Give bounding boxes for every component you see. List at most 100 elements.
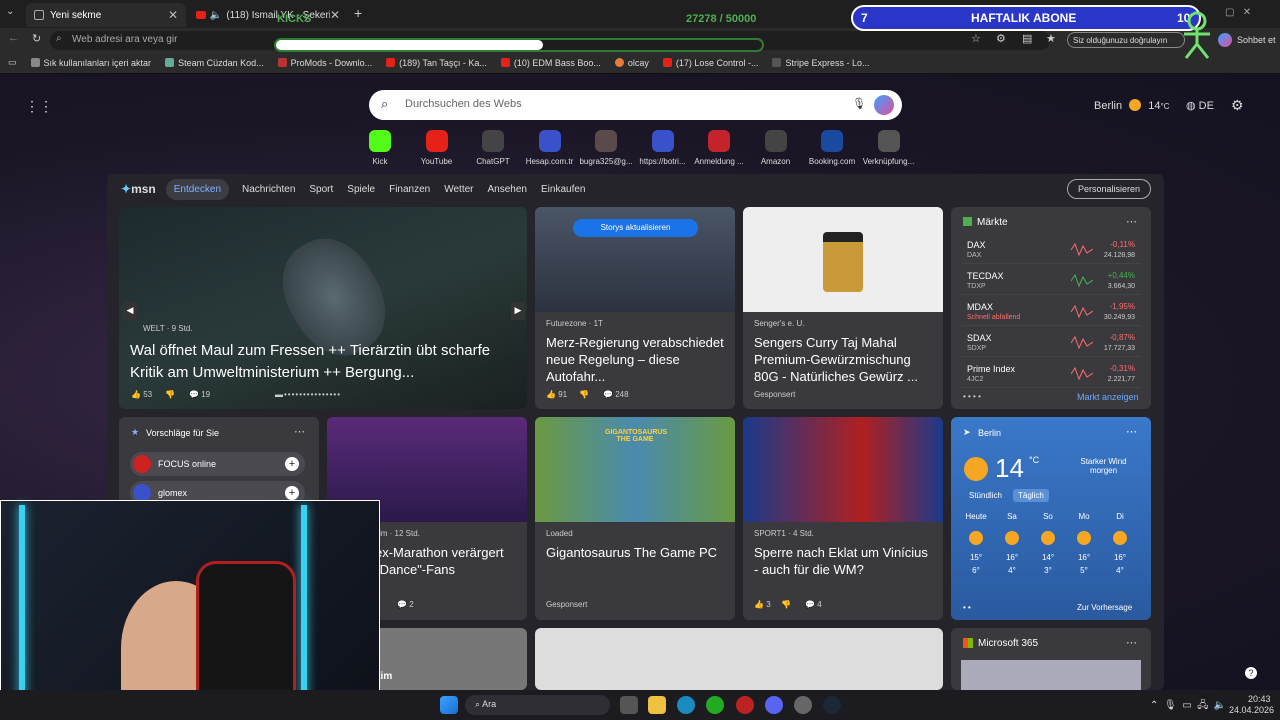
quick-link[interactable]: Verknüpfung... xyxy=(861,130,917,166)
tab-new[interactable]: Yeni sekme ✕ xyxy=(26,3,186,27)
quick-link[interactable]: bugra325@g... xyxy=(578,130,634,166)
dislike-icon[interactable]: 👎 xyxy=(165,390,175,399)
hero-likes[interactable]: 👍 53 xyxy=(131,390,152,399)
app-red-icon[interactable] xyxy=(736,696,754,714)
market-row[interactable]: SDAX SDXP -0,87% 17.727,33 xyxy=(961,331,1141,357)
quick-link[interactable]: Anmeldung ... xyxy=(691,130,747,166)
card-comments[interactable]: 💬 4 xyxy=(805,600,822,609)
ad-card-curry[interactable]: Senger's e. U. Sengers Curry Taj Mahal P… xyxy=(743,207,943,409)
m365-card[interactable]: Microsoft 365 ⋯ xyxy=(951,628,1151,690)
settings-gear-icon[interactable]: ⚙ xyxy=(1231,97,1244,114)
apps-grid-icon[interactable]: ⋮⋮ xyxy=(25,98,53,115)
web-search-input[interactable]: ⌕ Durchsuchen des Webs 🎙 xyxy=(369,90,902,120)
window-controls[interactable]: ▢ ✕ xyxy=(1225,7,1251,18)
weather-card[interactable]: ➤ Berlin ⋯ 14 °C Starker Wind morgen Stü… xyxy=(951,417,1151,620)
tab-wetter[interactable]: Wetter xyxy=(444,184,473,195)
close-icon[interactable]: ✕ xyxy=(330,8,340,22)
quick-link[interactable]: https://botri... xyxy=(635,130,691,166)
hero-card[interactable]: ◀ ▶ WELT · 9 Std. Wal öffnet Maul zum Fr… xyxy=(119,207,527,409)
forecast-day[interactable]: Di 16° 4° xyxy=(1105,512,1135,575)
bookmark-tan[interactable]: (189) Tan Taşçı - Ka... xyxy=(386,58,487,68)
quick-link[interactable]: Kick xyxy=(352,130,408,166)
card-comments[interactable]: 💬 248 xyxy=(603,390,629,399)
forecast-day[interactable]: Heute 15° 6° xyxy=(961,512,991,575)
bookmark-edm[interactable]: (10) EDM Bass Boo... xyxy=(500,58,601,68)
card-title[interactable]: Merz-Regierung verabschiedet neue Regelu… xyxy=(546,334,726,385)
card-title[interactable]: Sengers Curry Taj Mahal Premium-Gewürzmi… xyxy=(754,334,934,385)
tab-menu-icon[interactable]: ⌄ xyxy=(6,6,20,20)
favorites-bar-icon[interactable]: ★ xyxy=(1046,32,1056,45)
card-comments[interactable]: 💬 2 xyxy=(397,600,414,609)
task-view-icon[interactable] xyxy=(620,696,638,714)
bookmark-promods[interactable]: ProMods - Downlo... xyxy=(277,58,372,68)
follow-plus-icon[interactable]: + xyxy=(285,486,299,500)
app-clock-icon[interactable] xyxy=(794,696,812,714)
refresh-stories-button[interactable]: Storys aktualisieren xyxy=(573,219,698,237)
bookmark-import[interactable]: Sık kullanılanları içeri aktar xyxy=(30,58,151,68)
hero-title[interactable]: Wal öffnet Maul zum Fressen ++ Tierärzti… xyxy=(130,340,515,384)
quick-link[interactable]: YouTube xyxy=(409,130,465,166)
speaker-icon[interactable]: 🔈 xyxy=(210,10,222,21)
market-row[interactable]: TECDAX TDXP +0,44% 3.664,30 xyxy=(961,269,1141,295)
weather-city[interactable]: Berlin xyxy=(978,428,1001,438)
market-row[interactable]: MDAX Schnell abfallend -1,95% 30.249,93 xyxy=(961,300,1141,326)
forecast-day[interactable]: Sa 16° 4° xyxy=(997,512,1027,575)
tab-youtube[interactable]: 🔈 (118) İsmail YK - Şekerim (Off ✕ xyxy=(188,3,348,27)
card-title[interactable]: Gigantosaurus The Game PC xyxy=(546,544,726,561)
bookmark-olcay[interactable]: olcay xyxy=(614,58,649,68)
forecast-day[interactable]: So 14° 3° xyxy=(1033,512,1063,575)
dislike-icon[interactable]: 👎 xyxy=(579,390,589,399)
suggestion-focus[interactable]: FOCUS online + xyxy=(130,452,305,476)
windows-start-icon[interactable] xyxy=(440,696,458,714)
steam-icon[interactable] xyxy=(823,696,841,714)
dislike-icon[interactable]: 👎 xyxy=(781,600,791,609)
news-card-merz[interactable]: Storys aktualisieren Futurezone · 1T Mer… xyxy=(535,207,735,409)
app-green-icon[interactable] xyxy=(706,696,724,714)
quick-link[interactable]: ChatGPT xyxy=(465,130,521,166)
market-row[interactable]: DAX DAX -0,11% 24.128,98 xyxy=(961,238,1141,264)
tab-daily[interactable]: Täglich xyxy=(1013,489,1049,502)
market-row[interactable]: Prime Index 4JC2 -0,31% 2.221,77 xyxy=(961,362,1141,388)
quick-link[interactable]: Booking.com xyxy=(804,130,860,166)
quick-link[interactable]: Amazon xyxy=(748,130,804,166)
tab-ansehen[interactable]: Ansehen xyxy=(488,184,527,195)
quick-link[interactable]: Hesap.com.tr xyxy=(522,130,578,166)
copilot-icon[interactable] xyxy=(874,95,894,115)
language-button[interactable]: ◍ DE xyxy=(1186,99,1214,112)
tab-hourly[interactable]: Stündlich xyxy=(969,491,1002,500)
news-card-sperre[interactable]: SPORT1 · 4 Std. Sperre nach Eklat um Vin… xyxy=(743,417,943,620)
more-icon[interactable]: ⋯ xyxy=(294,425,305,438)
bookmark-lose[interactable]: (17) Lose Control -... xyxy=(662,58,758,68)
hero-comments[interactable]: 💬 19 xyxy=(189,390,210,399)
tab-spiele[interactable]: Spiele xyxy=(347,184,375,195)
tab-finanzen[interactable]: Finanzen xyxy=(389,184,430,195)
edge-icon[interactable] xyxy=(677,696,695,714)
back-icon[interactable]: ← xyxy=(8,32,19,44)
more-icon[interactable]: ⋯ xyxy=(1126,636,1137,649)
help-icon[interactable]: ? xyxy=(1245,667,1257,679)
more-icon[interactable]: ⋯ xyxy=(1126,425,1137,438)
taskbar-search[interactable]: ⌕ Ara xyxy=(465,695,610,715)
personalize-button[interactable]: Personalisieren xyxy=(1066,179,1151,199)
card-title[interactable]: ex-Marathon verärgert "Dance"-Fans xyxy=(375,544,520,578)
collections-icon[interactable]: ▤ xyxy=(1022,32,1032,45)
markets-card[interactable]: Märkte ⋯ DAX DAX -0,11% 24.128,98 TECDAX TDXP… xyxy=(951,207,1151,409)
reading-icon[interactable]: ▭ xyxy=(8,57,17,68)
favorite-icon[interactable]: ☆ xyxy=(971,32,981,45)
card-likes[interactable]: 👍 91 xyxy=(546,390,567,399)
new-tab-button[interactable]: + xyxy=(354,5,362,21)
next-arrow-icon[interactable]: ▶ xyxy=(511,302,525,320)
tab-entdecken[interactable]: Entdecken xyxy=(165,178,230,200)
discord-icon[interactable] xyxy=(765,696,783,714)
location[interactable]: Berlin 14°C xyxy=(1094,99,1169,112)
mic-icon[interactable]: 🎙 xyxy=(852,97,866,110)
bookmark-stripe[interactable]: Stripe Express - Lo... xyxy=(772,58,870,68)
ad-card-gigantosaurus[interactable]: GIGANTOSAURUS THE GAME Loaded Gigantosau… xyxy=(535,417,735,620)
pager-dots[interactable]: • • xyxy=(963,603,971,612)
extensions-icon[interactable]: ⚙ xyxy=(996,32,1006,45)
card-title[interactable]: Sperre nach Eklat um Vinícius - auch für… xyxy=(754,544,934,578)
tab-einkaufen[interactable]: Einkaufen xyxy=(541,184,585,195)
tab-sport[interactable]: Sport xyxy=(309,184,333,195)
pager-dots[interactable]: • • • • xyxy=(963,392,981,401)
file-explorer-icon[interactable] xyxy=(648,696,666,714)
